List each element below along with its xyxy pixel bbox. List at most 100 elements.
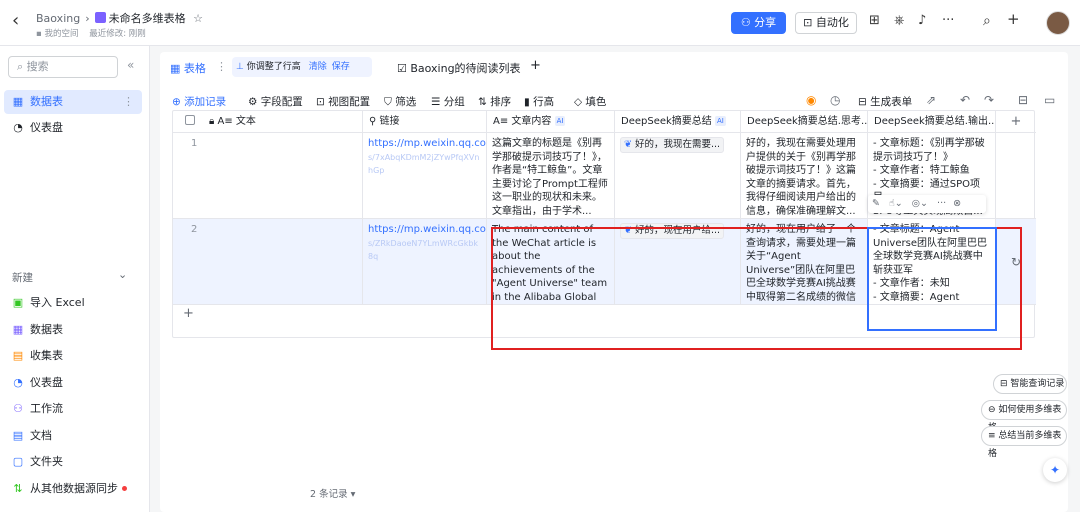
plugin-icon[interactable]: ⎈	[894, 13, 904, 28]
view-config-button[interactable]: ⊡ 视图配置	[316, 94, 370, 109]
tab-table[interactable]: ▦ 表格	[170, 60, 206, 76]
pill-label: 总结当前多维表格	[988, 431, 1062, 459]
breadcrumb: Baoxing › 未命名多维表格 ☆	[36, 10, 203, 26]
comment-icon[interactable]: ▭	[1044, 93, 1055, 107]
summary-cell[interactable]: ❦ 好的，我现在需要...	[615, 133, 741, 219]
collapse-sidebar-icon[interactable]: «	[127, 58, 134, 72]
row-number: 1	[191, 138, 198, 149]
breadcrumb-space[interactable]: Baoxing	[36, 12, 80, 25]
search-input[interactable]: ⌕ 搜索	[8, 56, 118, 78]
row-height-button[interactable]: ▮ 行高	[524, 94, 554, 109]
group-icon: ☰	[431, 96, 444, 108]
chevron-down-icon[interactable]: ⌄	[118, 268, 127, 281]
template-icon[interactable]: ⊞	[869, 13, 880, 28]
sidebar-new-import-excel[interactable]: ▣ 导入 Excel	[0, 291, 150, 315]
excel-icon: ▣	[12, 296, 24, 309]
redo-icon[interactable]: ↷	[984, 93, 994, 107]
thinking-cell[interactable]: 好的，我现在需要处理用户提供的关于《别再学那破提示词技巧了！》这篇文章的摘要请求…	[741, 133, 868, 219]
cell-text: 这篇文章的标题是《别再学那破提示词技巧了！》，作者是“特工鲸鱼”。文章主要讨论了…	[492, 138, 608, 217]
tab-more-icon[interactable]: ⋮	[216, 60, 227, 73]
dashboard-icon: ◔	[13, 376, 23, 389]
more-icon[interactable]: ···	[937, 198, 946, 209]
link-text[interactable]: https://mp.weixin.qq.com	[368, 138, 486, 149]
star-icon[interactable]: ☆	[193, 12, 203, 25]
back-icon[interactable]: ‹	[12, 10, 19, 31]
sort-button[interactable]: ⇅ 排序	[478, 94, 511, 109]
generate-form-button[interactable]: ⊟ 生成表单	[858, 94, 912, 109]
sidebar-item-datatable[interactable]: ▦ 数据表 ⋮	[4, 90, 142, 114]
table-row-selected[interactable]: 2	[173, 219, 363, 305]
column-header-output[interactable]: DeepSeek摘要总结.输出...	[868, 111, 996, 133]
bell-icon[interactable]: ♪	[918, 13, 926, 28]
query-icon: ⊟	[1000, 379, 1011, 389]
fill-color-button[interactable]: ◇ 填色	[574, 94, 606, 109]
add-view-button[interactable]: +	[530, 58, 541, 73]
sidebar-item-label: 收集表	[30, 349, 63, 362]
automation-button[interactable]: ⊡ 自动化	[795, 12, 857, 34]
add-record-button[interactable]: ⊕ 添加记录	[172, 94, 226, 109]
how-to-use-button[interactable]: ⊖ 如何使用多维表格	[981, 400, 1067, 433]
search-placeholder: 搜索	[26, 60, 49, 73]
sidebar-new-folder[interactable]: ▢ 文件夹	[0, 450, 150, 474]
clear-button[interactable]: 清除	[309, 62, 327, 72]
column-header-link[interactable]: ⚲ 链接	[363, 111, 487, 133]
sidebar-new-workflow[interactable]: ⚇ 工作流	[0, 397, 150, 421]
ai-settings-icon[interactable]: ◎⌄	[912, 198, 928, 209]
sync-icon: ⇅	[13, 482, 23, 495]
layout-icon[interactable]: ⊟	[1018, 93, 1028, 107]
table-panel: ▦ 表格 ⋮ ⊥ 你调整了行高 清除 保存 ☑ Baoxing的待阅读列表 + ⊕ …	[160, 52, 1068, 512]
close-icon[interactable]: ⊗	[953, 198, 961, 209]
ai-assistant-icon[interactable]: ◉	[806, 93, 816, 107]
column-header-text[interactable]: 🔒︎ A≡ 文本	[173, 111, 363, 133]
table-row[interactable]: 1	[173, 133, 363, 219]
sidebar-item-label: 导入 Excel	[30, 296, 85, 309]
sidebar-new-form[interactable]: ▤ 收集表	[0, 344, 150, 368]
ai-result-tag[interactable]: ❦ 好的，我现在需要...	[620, 137, 725, 153]
link-text[interactable]: https://mp.weixin.qq.com	[368, 224, 486, 235]
doc-title[interactable]: 未命名多维表格	[109, 12, 186, 25]
ai-sparkle-button[interactable]: ✦	[1043, 458, 1067, 482]
more-icon[interactable]: ···	[942, 13, 954, 28]
share-view-icon[interactable]: ⇗	[926, 93, 936, 107]
doc-location[interactable]: 我的空间	[44, 29, 78, 39]
filter-button[interactable]: ⛉ 筛选	[384, 94, 416, 109]
sidebar-new-sync[interactable]: ⇅ 从其他数据源同步	[0, 477, 150, 501]
add-column-button[interactable]: +	[996, 111, 1036, 133]
sidebar-item-dashboard[interactable]: ◔ 仪表盘	[0, 116, 150, 140]
search-icon[interactable]: ⌕	[983, 13, 991, 29]
content-cell[interactable]: 这篇文章的标题是《别再学那破提示词技巧了！》，作者是“特工鲸鱼”。文章主要讨论了…	[487, 133, 615, 219]
link-cell[interactable]: https://mp.weixin.qq.com/s/ZRkDaoeN7YLmW…	[363, 219, 487, 305]
view-config-label: 视图配置	[328, 96, 371, 108]
save-button[interactable]: 保存	[332, 62, 350, 72]
field-config-button[interactable]: ⚙ 字段配置	[248, 94, 303, 109]
column-header-thinking[interactable]: DeepSeek摘要总结.思考...	[741, 111, 868, 133]
item-more-icon[interactable]: ⋮	[123, 90, 134, 114]
tab-reading-list[interactable]: ☑ Baoxing的待阅读列表	[397, 60, 521, 76]
column-header-content[interactable]: A≡ 文章内容 AI	[487, 111, 615, 133]
share-button[interactable]: ⚇ 分享	[731, 12, 786, 34]
column-header-summary[interactable]: DeepSeek摘要总结 AI	[615, 111, 741, 133]
column-title: 链接	[379, 116, 400, 127]
checkbox-view-icon: ☑	[397, 62, 411, 75]
sidebar-new-doc[interactable]: ▤ 文档	[0, 424, 150, 448]
select-all-checkbox[interactable]	[185, 115, 195, 125]
pill-label: 智能查询记录	[1010, 379, 1065, 389]
top-bar: ‹ Baoxing › 未命名多维表格 ☆ ▪ 我的空间 最近修改: 刚刚 ⚇ 分享…	[0, 0, 1080, 46]
group-button[interactable]: ☰ 分组	[431, 94, 465, 109]
history-icon[interactable]: ◷	[830, 93, 840, 107]
avatar[interactable]	[1046, 11, 1070, 35]
smart-query-button[interactable]: ⊟ 智能查询记录	[993, 374, 1067, 394]
feedback-icon[interactable]: ☝⌄	[889, 198, 903, 209]
record-count[interactable]: 2 条记录 ▾	[160, 486, 355, 500]
edit-prompt-icon[interactable]: ✎	[872, 198, 883, 209]
doc-icon: ▤	[12, 429, 24, 442]
sidebar-new-datatable[interactable]: ▦ 数据表	[0, 318, 150, 342]
plus-icon[interactable]: +	[1007, 10, 1020, 28]
undo-icon[interactable]: ↶	[960, 93, 970, 107]
sidebar-new-dashboard[interactable]: ◔ 仪表盘	[0, 371, 150, 395]
summarize-table-button[interactable]: ≡ 总结当前多维表格	[981, 426, 1067, 459]
link-cell[interactable]: https://mp.weixin.qq.com/s/7xAbqKDmM2jZY…	[363, 133, 487, 219]
new-section-header[interactable]: 新建	[12, 270, 33, 285]
tab-label: 表格	[183, 62, 206, 75]
sidebar-item-label: 数据表	[30, 95, 63, 108]
